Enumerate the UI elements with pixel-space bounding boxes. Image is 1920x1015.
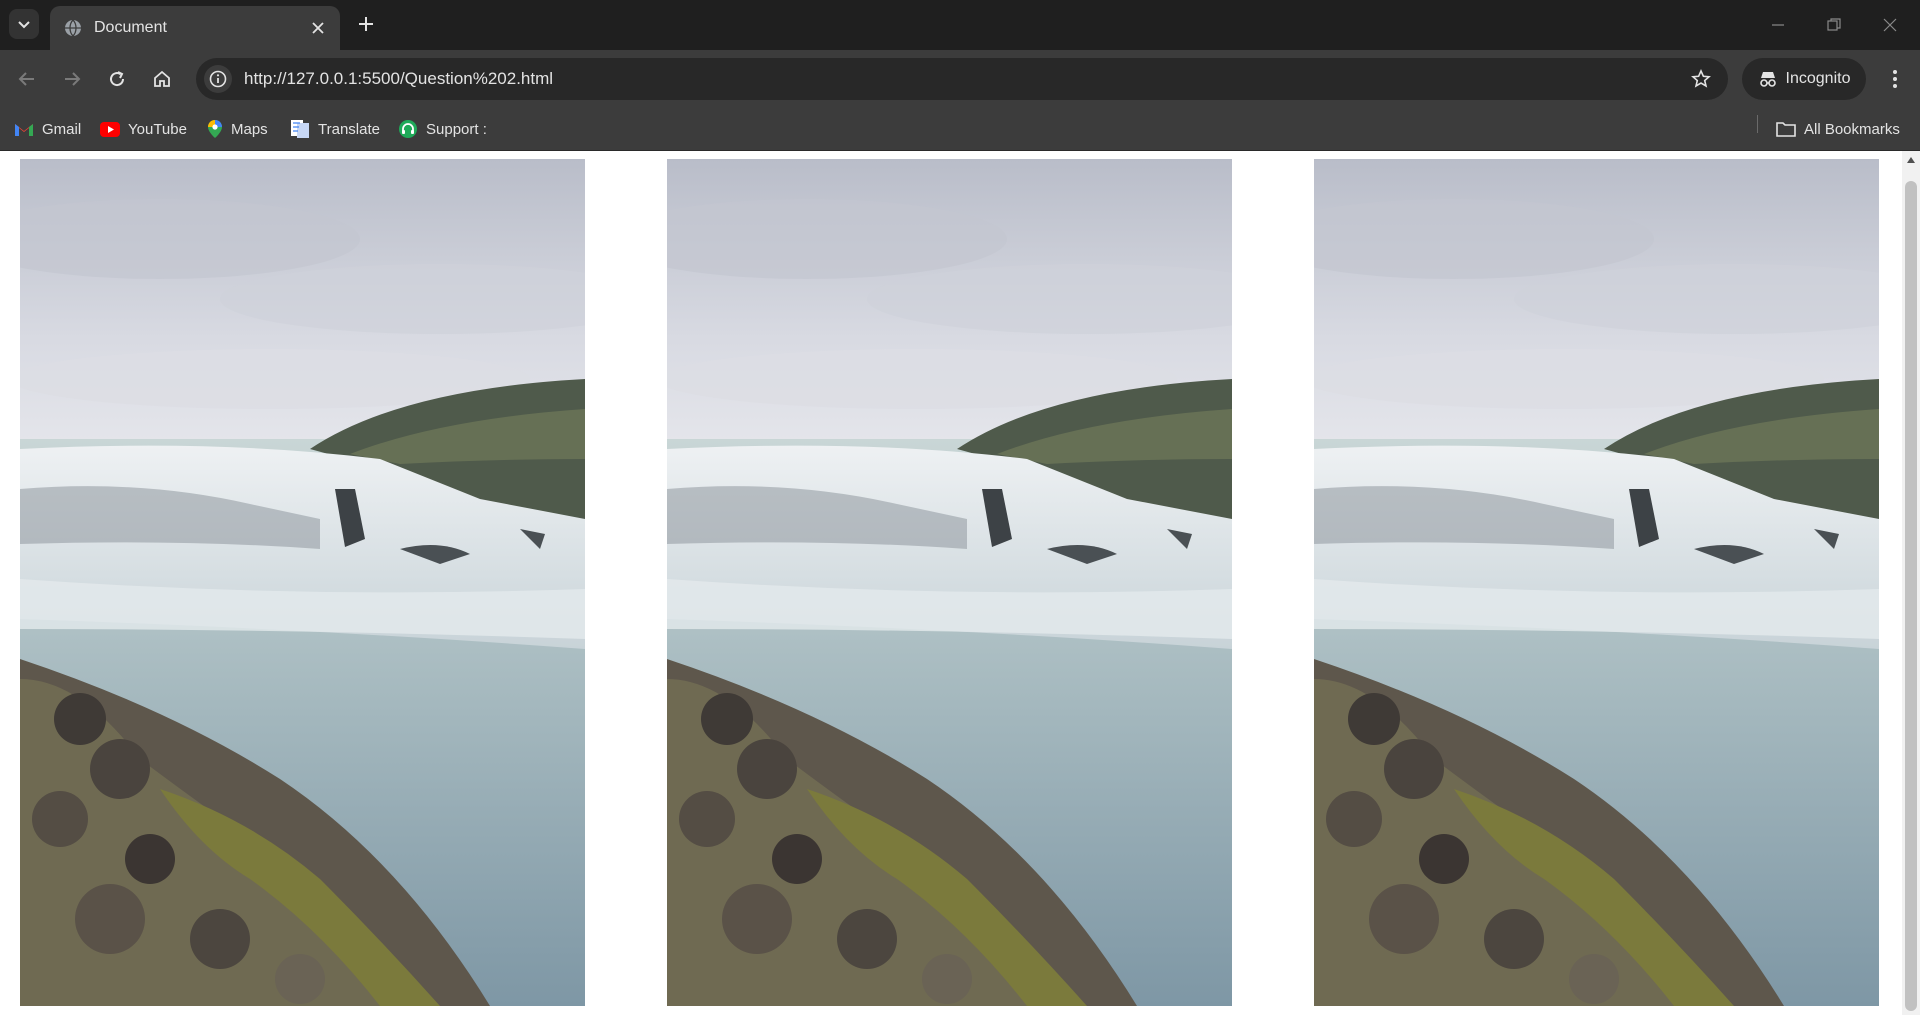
home-icon (154, 70, 170, 87)
site-info-icon[interactable] (204, 65, 232, 93)
gmail-icon (15, 123, 33, 136)
all-bookmarks-button[interactable]: All Bookmarks (1776, 117, 1900, 141)
close-icon (1883, 18, 1897, 32)
chevron-down-icon (18, 21, 30, 29)
bookmark-label: YouTube (128, 120, 187, 138)
reload-button[interactable] (100, 62, 134, 96)
more-vert-icon (1893, 70, 1897, 88)
browser-toolbar: http://127.0.0.1:5500/Question%202.html … (0, 50, 1920, 108)
bookmark-label: Gmail (42, 120, 82, 138)
tab-title: Document (94, 19, 167, 36)
browser-menu-button[interactable] (1878, 62, 1912, 96)
bookmark-youtube[interactable]: YouTube (100, 117, 187, 141)
bookmark-star-icon[interactable] (1684, 62, 1718, 96)
bookmark-gmail[interactable]: Gmail (14, 117, 81, 141)
back-button[interactable] (10, 62, 44, 96)
bookmarks-divider (1757, 115, 1758, 133)
new-tab-button[interactable] (352, 10, 380, 38)
close-window-button[interactable] (1862, 0, 1918, 50)
bookmark-support[interactable]: Support : (398, 117, 487, 141)
bookmark-label: Translate (318, 120, 380, 138)
bookmarks-bar: Gmail YouTube Maps Translate Support : A… (0, 108, 1920, 151)
home-button[interactable] (145, 62, 179, 96)
folder-icon (1776, 122, 1796, 137)
bookmark-maps[interactable]: Maps (207, 117, 268, 141)
page-content (0, 151, 1902, 1015)
tab-document[interactable]: Document (50, 6, 340, 50)
forward-button[interactable] (55, 62, 89, 96)
plus-icon (359, 17, 373, 31)
all-bookmarks-label: All Bookmarks (1804, 120, 1900, 138)
support-icon (399, 120, 417, 138)
incognito-icon (1759, 72, 1776, 87)
incognito-label: Incognito (1785, 70, 1851, 87)
waterfall-image-3 (1314, 159, 1879, 1006)
scroll-up-arrow-icon[interactable] (1902, 151, 1920, 169)
arrow-left-icon (18, 72, 34, 86)
waterfall-image-1 (20, 159, 585, 1006)
tab-search-button[interactable] (9, 9, 39, 39)
reload-icon (110, 71, 125, 87)
maps-icon (208, 120, 222, 138)
close-tab-icon[interactable] (304, 14, 332, 42)
tab-strip: Document (0, 0, 1920, 50)
restore-button[interactable] (1806, 0, 1862, 50)
address-bar[interactable]: http://127.0.0.1:5500/Question%202.html (196, 58, 1728, 100)
translate-icon (291, 120, 309, 138)
incognito-indicator[interactable]: Incognito (1742, 58, 1866, 100)
waterfall-image-2 (667, 159, 1232, 1006)
minimize-icon (1772, 24, 1784, 26)
bookmark-label: Support : (426, 120, 487, 138)
restore-icon (1827, 18, 1841, 31)
scrollbar-thumb[interactable] (1905, 181, 1917, 1011)
arrow-right-icon (65, 72, 81, 86)
minimize-button[interactable] (1750, 0, 1806, 50)
globe-icon (64, 19, 82, 37)
bookmark-translate[interactable]: Translate (290, 117, 380, 141)
bookmark-label: Maps (231, 120, 268, 138)
page-scrollbar[interactable] (1902, 151, 1920, 1015)
youtube-icon (100, 121, 120, 137)
url-text[interactable]: http://127.0.0.1:5500/Question%202.html (244, 69, 1684, 89)
